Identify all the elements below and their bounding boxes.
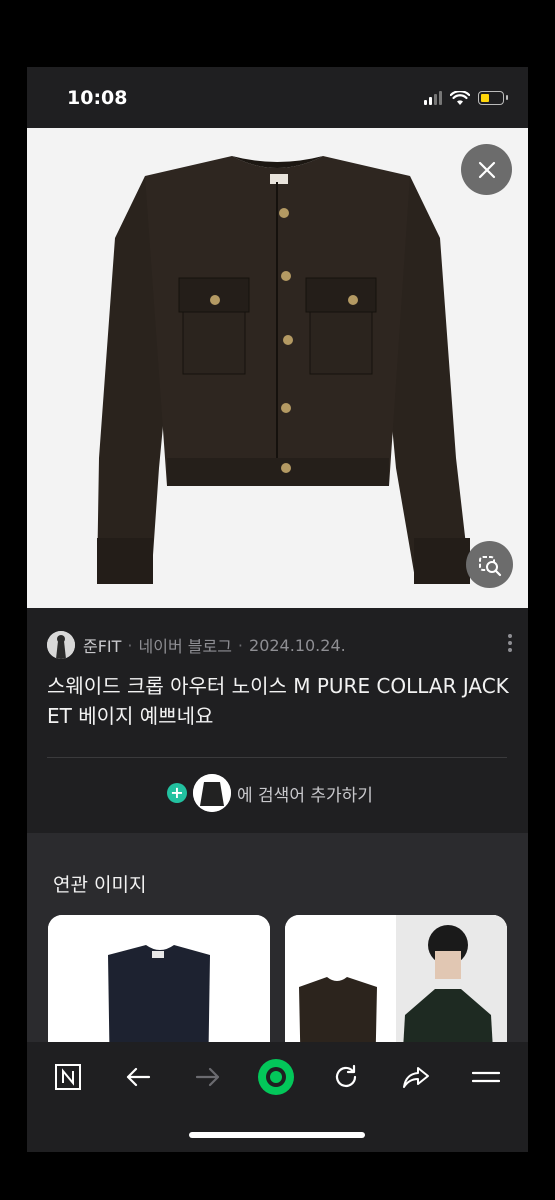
naver-n-button[interactable]: [48, 1062, 88, 1092]
share-button[interactable]: [396, 1062, 436, 1092]
back-arrow-icon: [126, 1067, 151, 1087]
add-search-term-button[interactable]: + 에 검색어 추가하기: [167, 773, 373, 813]
status-icons: [424, 89, 508, 107]
home-indicator[interactable]: [189, 1132, 365, 1138]
refresh-icon: [335, 1064, 357, 1087]
jacket-image: [27, 128, 528, 608]
back-button[interactable]: [118, 1062, 158, 1092]
image-search-button[interactable]: [466, 541, 513, 588]
jacket-thumbnail: [193, 774, 231, 812]
menu-button[interactable]: [466, 1062, 506, 1092]
green-dot-button[interactable]: [256, 1059, 296, 1095]
signal-icon: [424, 91, 442, 105]
plus-icon: +: [167, 783, 187, 803]
post-date: 2024.10.24.: [249, 635, 346, 655]
more-vertical-icon[interactable]: [508, 634, 514, 652]
related-title: 연관 이미지: [53, 874, 147, 896]
result-meta: 준FIT · 네이버 블로그 · 2024.10.24.: [47, 630, 517, 660]
meta-separator: ·: [237, 635, 244, 655]
menu-icon: [472, 1071, 500, 1083]
naver-n-icon: [55, 1064, 81, 1090]
add-search-label: 에 검색어 추가하기: [237, 785, 373, 806]
phone-screen: 10:08 준FIT · 네이버 블로그 · 2024.10.24. 스웨이드 …: [27, 67, 528, 1152]
hero-image[interactable]: [27, 128, 528, 608]
refresh-button[interactable]: [326, 1062, 366, 1092]
author-avatar[interactable]: [47, 631, 75, 659]
source-name[interactable]: 네이버 블로그: [139, 633, 232, 657]
battery-icon: [478, 91, 508, 105]
forward-button[interactable]: [188, 1062, 228, 1092]
status-bar: 10:08: [27, 67, 528, 128]
close-button[interactable]: [461, 144, 512, 195]
green-dot-icon: [258, 1059, 294, 1095]
status-time: 10:08: [67, 87, 128, 109]
author-name[interactable]: 준FIT: [83, 633, 121, 657]
meta-separator: ·: [127, 635, 133, 655]
divider: [47, 757, 507, 758]
result-title[interactable]: 스웨이드 크롭 아우터 노이스 M PURE COLLAR JACKET 베이지…: [47, 671, 509, 731]
close-icon: [478, 161, 495, 178]
share-icon: [403, 1067, 429, 1088]
image-search-icon: [478, 555, 501, 576]
forward-arrow-icon: [195, 1067, 220, 1087]
wifi-icon: [450, 90, 470, 105]
